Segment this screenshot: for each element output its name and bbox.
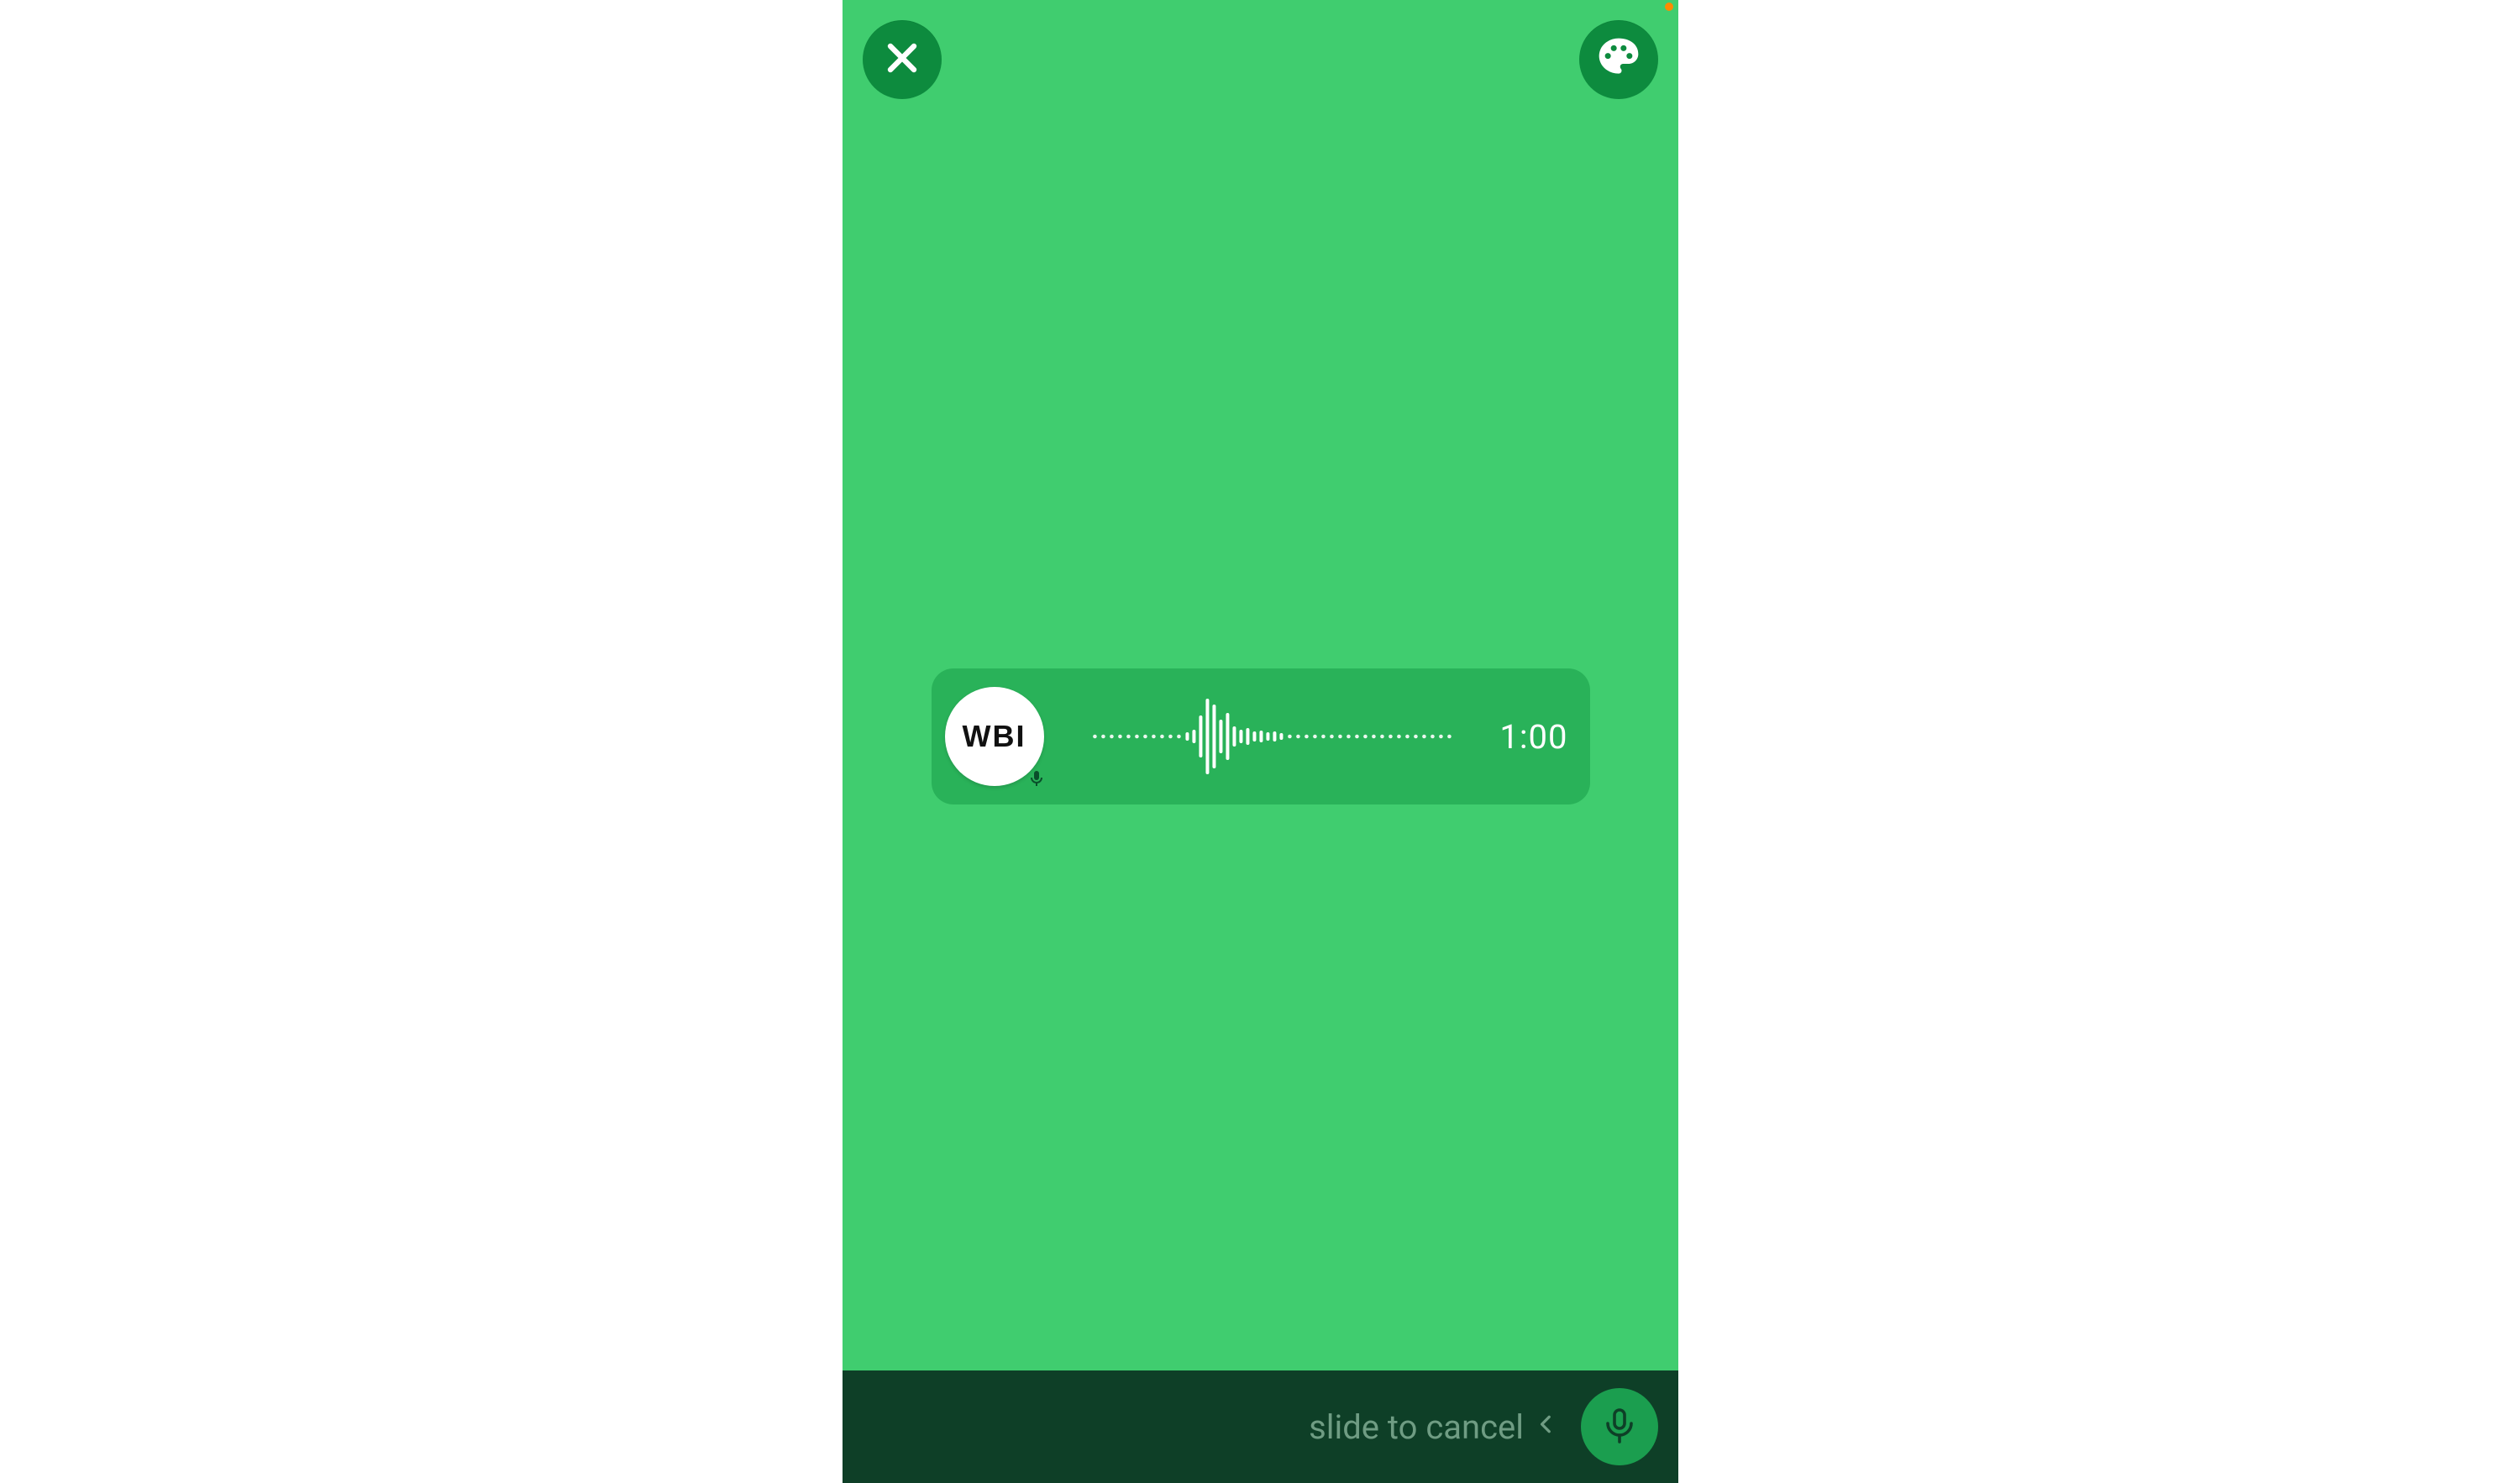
- palette-icon: [1595, 34, 1642, 85]
- microphone-button[interactable]: [1581, 1388, 1658, 1465]
- microphone-icon: [1599, 1405, 1640, 1449]
- recording-indicator-dot: [1665, 3, 1673, 11]
- voice-note-card: WBI: [932, 668, 1590, 804]
- screenshot-stage: WBI: [0, 0, 2520, 1483]
- recording-bottom-bar: slide to cancel: [843, 1370, 1678, 1483]
- microphone-icon: [1024, 766, 1049, 791]
- avatar-label: WBI: [963, 719, 1026, 754]
- slide-to-cancel-label: slide to cancel: [1309, 1407, 1524, 1447]
- close-icon: [882, 38, 922, 81]
- phone-screen: WBI: [843, 0, 1678, 1483]
- sender-avatar: WBI: [945, 687, 1044, 786]
- color-palette-button[interactable]: [1579, 20, 1658, 99]
- chevron-left-icon: [1536, 1407, 1557, 1447]
- voice-note-duration: 1:00: [1499, 717, 1567, 757]
- close-button[interactable]: [863, 20, 942, 99]
- voice-waveform: [1064, 668, 1480, 804]
- slide-to-cancel[interactable]: slide to cancel: [1309, 1407, 1557, 1447]
